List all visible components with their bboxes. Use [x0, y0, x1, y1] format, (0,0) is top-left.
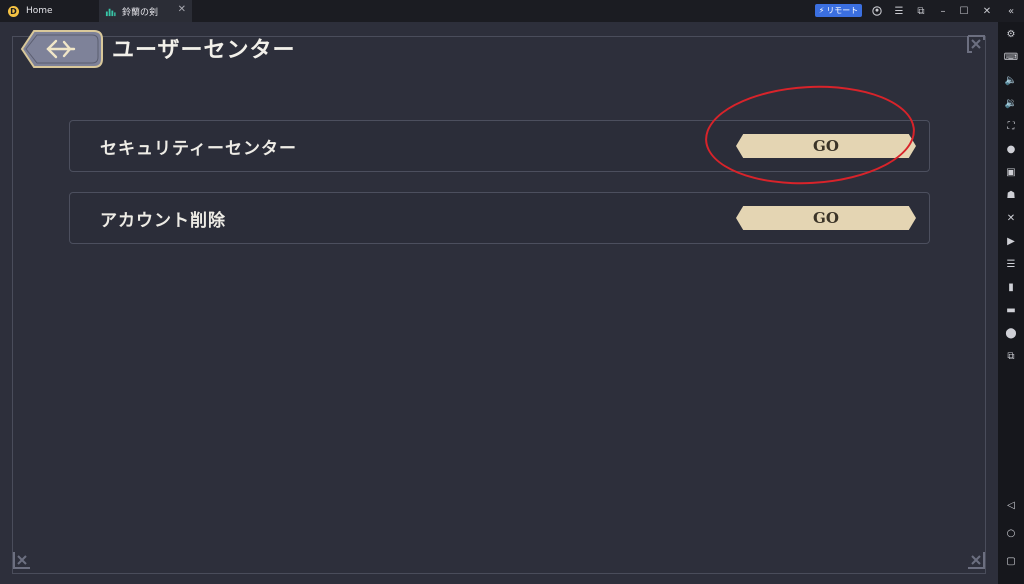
tab-home[interactable]: D Home — [0, 0, 96, 22]
emulator-sidebar: ⚙ ⌨ 🔈 🔉 ⛶ ● ▣ ☗ ✕ ▶ ☰ ▮ ▬ ⬤ ⧉ ◁ ○ ▢ — [998, 22, 1024, 584]
emulator-logo-icon: D — [8, 5, 19, 17]
go-button-delete-account[interactable]: GO — [736, 206, 916, 230]
row-label: セキュリティーセンター — [100, 139, 297, 159]
collapse-sidebar-icon[interactable]: « — [1004, 3, 1018, 19]
lightning-icon: ⚡ — [818, 6, 825, 15]
tab-home-label: Home — [26, 6, 53, 16]
volume-up-icon[interactable]: 🔈 — [1004, 73, 1018, 87]
game-app-icon — [105, 8, 116, 16]
maximize-icon[interactable]: ☐ — [957, 3, 971, 19]
corner-ornament-icon — [968, 552, 985, 569]
screenshot-icon[interactable]: ⛶ — [1004, 119, 1018, 133]
recent-icon[interactable]: ▢ — [1004, 554, 1018, 568]
cross-swords-icon[interactable]: ✕ — [1004, 211, 1018, 225]
account-icon[interactable] — [870, 3, 884, 19]
pin-icon[interactable]: ⧉ — [914, 3, 928, 19]
folder-icon[interactable]: ▬ — [1004, 303, 1018, 317]
list-item-delete-account: アカウント削除 GO — [69, 192, 930, 244]
row-label: アカウント削除 — [100, 211, 226, 231]
corner-ornament-icon — [967, 35, 985, 53]
multi-instance-icon[interactable]: ⧉ — [1004, 349, 1018, 363]
window-titlebar: D Home 鈴蘭の剣 ✕ ⚡ リモート ☰ ⧉ – ☐ ✕ « — [0, 0, 1024, 22]
record-icon[interactable]: ▶ — [1004, 234, 1018, 248]
remote-button[interactable]: ⚡ リモート — [815, 4, 862, 17]
page-title: ユーザーセンター — [112, 37, 296, 63]
close-tab-icon[interactable]: ✕ — [178, 4, 186, 15]
script-icon[interactable]: ☰ — [1004, 257, 1018, 271]
menu-icon[interactable]: ☰ — [892, 3, 906, 19]
back-icon[interactable]: ◁ — [1004, 498, 1018, 512]
close-window-icon[interactable]: ✕ — [980, 3, 994, 19]
robot-icon[interactable]: ☗ — [1004, 188, 1018, 202]
keyboard-icon[interactable]: ⌨ — [1004, 50, 1018, 64]
location-icon[interactable]: ⬤ — [1004, 326, 1018, 340]
settings-icon[interactable]: ⚙ — [1004, 27, 1018, 41]
minimize-icon[interactable]: – — [936, 3, 950, 19]
back-button[interactable] — [12, 27, 106, 71]
volume-down-icon[interactable]: 🔉 — [1004, 96, 1018, 110]
sync-icon[interactable]: ▣ — [1004, 165, 1018, 179]
tab-game[interactable]: 鈴蘭の剣 ✕ — [99, 0, 192, 22]
apk-icon[interactable]: ▮ — [1004, 280, 1018, 294]
home-icon[interactable]: ○ — [1004, 526, 1018, 540]
tab-game-label: 鈴蘭の剣 — [122, 7, 159, 18]
game-screen: ユーザーセンター セキュリティーセンター GO アカウント削除 GO — [0, 22, 998, 584]
macro-icon[interactable]: ● — [1004, 142, 1018, 156]
remote-button-label: リモート — [826, 6, 859, 15]
corner-ornament-icon — [13, 552, 30, 569]
